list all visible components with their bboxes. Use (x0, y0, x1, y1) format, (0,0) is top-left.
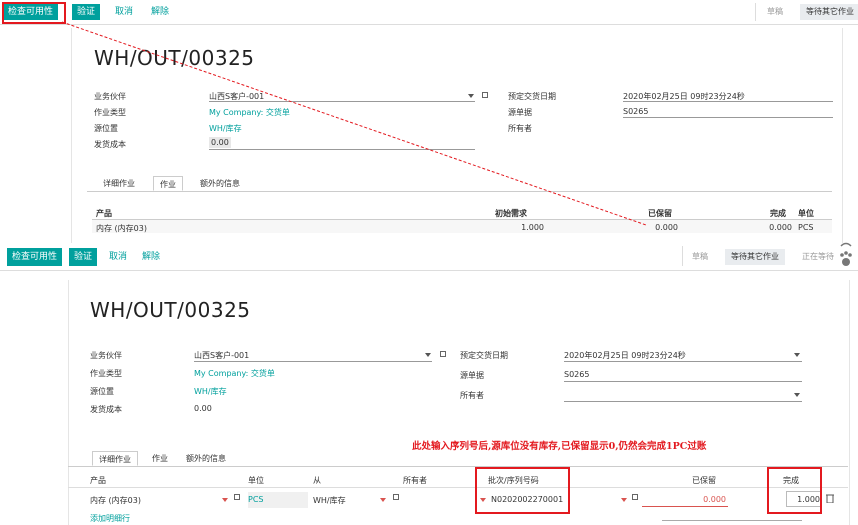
bottom-page-title: WH/OUT/00325 (90, 298, 251, 322)
bottom-stage-waiting-other: 等待其它作业 (725, 249, 785, 265)
bottom-partner-underline (194, 361, 432, 362)
bottom-col-owner: 所有者 (403, 476, 427, 485)
bottom-ship-cost-value[interactable]: 0.00 (194, 404, 212, 413)
bottom-owner-label: 所有者 (460, 391, 484, 400)
bottom-owner-underline (564, 401, 802, 402)
bottom-owner-chevron-down-icon[interactable] (794, 393, 800, 397)
bottom-col-uom: 单位 (248, 476, 264, 485)
bottom-validate-button[interactable]: 验证 (69, 248, 98, 266)
done-highlight-box (767, 467, 822, 514)
bottom-row-product-chevron-down-icon[interactable] (222, 498, 228, 502)
bottom-row-reserved: 0.000 (703, 495, 726, 504)
bottom-row-from-external-link-icon[interactable] (393, 494, 399, 500)
paw-icon (840, 242, 852, 266)
bottom-cancel-button[interactable]: 取消 (104, 248, 132, 266)
lot-highlight-box (475, 467, 570, 514)
bottom-row-lot-chevron-down-icon[interactable] (621, 498, 627, 502)
bottom-unreserve-button[interactable]: 解除 (137, 248, 165, 266)
bottom-row-product-external-link-icon[interactable] (234, 494, 240, 500)
bottom-row-uom[interactable]: PCS (248, 495, 264, 504)
bottom-tab-extra[interactable]: 额外的信息 (180, 451, 232, 466)
bottom-tab-operations[interactable]: 作业 (146, 451, 174, 466)
bottom-partner-chevron-down-icon[interactable] (425, 353, 431, 357)
bottom-col-from: 从 (313, 476, 321, 485)
bottom-partner-external-link-icon[interactable] (440, 351, 446, 357)
bottom-col-reserved: 已保留 (692, 476, 716, 485)
bottom-table-header-line (68, 487, 848, 488)
annotation-text: 此处输入序列号后,源库位没有库存,已保留显示0,仍然会完成1PC过账 (412, 441, 707, 452)
bottom-src-loc-value[interactable]: WH/库存 (194, 386, 227, 397)
trash-icon[interactable] (826, 493, 834, 503)
bottom-row-from[interactable]: WH/库存 (313, 495, 346, 506)
bottom-tabs-line (68, 466, 848, 467)
bottom-check-availability-button[interactable]: 检查可用性 (7, 248, 63, 266)
bottom-origin-value[interactable]: S0265 (564, 370, 589, 379)
bottom-origin-underline (564, 381, 802, 382)
bottom-op-type-value[interactable]: My Company: 交货单 (194, 368, 275, 379)
bottom-col-product: 产品 (90, 476, 106, 485)
bottom-add-line-link[interactable]: 添加明细行 (90, 513, 130, 524)
bottom-src-loc-label: 源位置 (90, 387, 114, 396)
bottom-stage-draft: 草稿 (692, 252, 708, 261)
bottom-row-lot-external-link-icon[interactable] (632, 494, 638, 500)
bottom-op-type-label: 作业类型 (90, 369, 122, 378)
bottom-footer-line (662, 520, 802, 521)
bottom-partner-label: 业务伙伴 (90, 351, 122, 360)
bottom-row-product[interactable]: 内存 (内存03) (90, 495, 141, 506)
bottom-row-from-chevron-down-icon[interactable] (380, 498, 386, 502)
bottom-origin-label: 源单据 (460, 371, 484, 380)
bottom-scheduled-underline (564, 361, 802, 362)
bottom-partner-value[interactable]: 山西S客户-001 (194, 350, 249, 361)
bottom-scheduled-chevron-down-icon[interactable] (794, 353, 800, 357)
bottom-ship-cost-label: 发货成本 (90, 405, 122, 414)
bottom-stage-waiting: 正在等待 (802, 252, 834, 261)
bottom-stage-divider (682, 246, 683, 266)
bottom-tab-detailed[interactable]: 详细作业 (92, 451, 138, 466)
bottom-table-row[interactable] (68, 489, 848, 509)
bottom-scheduled-label: 预定交货日期 (460, 351, 508, 360)
bottom-scheduled-value[interactable]: 2020年02月25日 09时23分24秒 (564, 350, 686, 361)
